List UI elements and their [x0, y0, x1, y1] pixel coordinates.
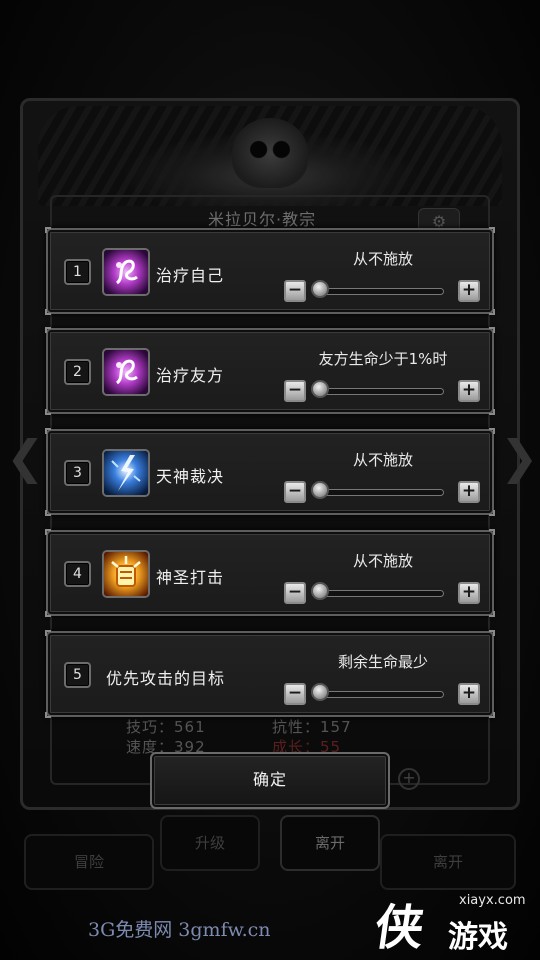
confirm-button[interactable]: 确定 [150, 752, 390, 809]
skill-index: 2 [64, 359, 91, 385]
watermark-3gmfw: 3G免费网 3gmfw.cn [88, 919, 271, 941]
decrease-button[interactable]: − [284, 481, 306, 503]
increase-button[interactable]: + [458, 481, 480, 503]
skill-index: 1 [64, 259, 91, 285]
divine-judgment-icon [102, 449, 150, 497]
stat-skill: 技巧：561 [126, 718, 206, 736]
decrease-button[interactable]: − [284, 380, 306, 402]
heal-self-icon [102, 248, 150, 296]
holy-strike-icon [102, 550, 150, 598]
next-arrow-icon: ❯ [500, 430, 539, 484]
watermark-logo: 侠 [371, 900, 428, 956]
condition-slider-track[interactable] [318, 288, 444, 295]
cast-condition: 从不施放 [352, 451, 413, 469]
increase-button[interactable]: + [458, 582, 480, 604]
skill-name: 神圣打击 [156, 568, 225, 587]
slider-knob[interactable] [311, 280, 329, 298]
skill-name: 治疗友方 [156, 366, 225, 385]
condition-slider-track[interactable] [318, 691, 444, 698]
prev-arrow-icon: ❮ [6, 430, 45, 484]
skill-index: 5 [64, 662, 91, 688]
adventure-button: 冒险 [24, 834, 154, 890]
condition-slider-track[interactable] [318, 489, 444, 496]
skill-name: 治疗自己 [156, 266, 225, 285]
decrease-button[interactable]: − [284, 582, 306, 604]
skill-index: 4 [64, 561, 91, 587]
skill-row-2: 2 治疗友方 友方生命少于1%时 − + [45, 327, 495, 415]
stat-resist: 抗性：157 [272, 718, 352, 736]
slider-knob[interactable] [311, 582, 329, 600]
leave-button: 离开 [280, 815, 380, 871]
target-priority-row: 5 优先攻击的目标 剩余生命最少 − + [45, 630, 495, 718]
priority-target-label: 优先攻击的目标 [106, 669, 226, 688]
watermark-site: xiayx.com [459, 893, 526, 908]
skull-ornament-icon [232, 118, 308, 188]
decrease-button[interactable]: − [284, 280, 306, 302]
condition-slider-track[interactable] [318, 590, 444, 597]
slider-knob[interactable] [311, 380, 329, 398]
decrease-button[interactable]: − [284, 683, 306, 705]
cast-condition: 友方生命少于1%时 [318, 350, 448, 368]
increase-button[interactable]: + [458, 280, 480, 302]
add-icon: + [398, 768, 420, 790]
increase-button[interactable]: + [458, 683, 480, 705]
increase-button[interactable]: + [458, 380, 480, 402]
hero-name: 米拉贝尔·教宗 [208, 210, 317, 229]
skill-row-1: 1 治疗自己 从不施放 − + [45, 227, 495, 315]
cast-condition: 从不施放 [352, 250, 413, 268]
skill-index: 3 [64, 460, 91, 486]
skill-name: 天神裁决 [156, 467, 225, 486]
heal-ally-icon [102, 348, 150, 396]
upgrade-button: 升级 [160, 815, 260, 871]
target-condition: 剩余生命最少 [337, 653, 428, 671]
watermark-logo-text: 游戏 [448, 920, 508, 955]
leave-right-button: 离开 [380, 834, 516, 890]
skill-row-3: 3 天神裁决 从不施放 − + [45, 428, 495, 516]
skill-row-4: 4 神圣打击 从不施放 − + [45, 529, 495, 617]
slider-knob[interactable] [311, 683, 329, 701]
slider-knob[interactable] [311, 481, 329, 499]
condition-slider-track[interactable] [318, 388, 444, 395]
cast-condition: 从不施放 [352, 552, 413, 570]
